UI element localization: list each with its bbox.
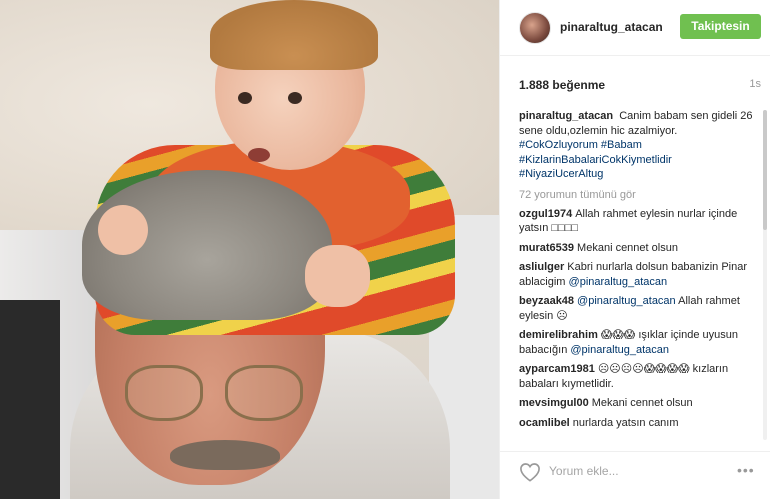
comment-username[interactable]: beyzaak48 (519, 295, 574, 307)
comment-item: asliulger Kabri nurlarla dolsun babanizin… (519, 260, 757, 289)
photo-baby-hand-left (98, 205, 148, 255)
scrollbar-thumb[interactable] (763, 110, 767, 230)
likes-row: 1.888 beğenme 1s (519, 78, 761, 94)
comment-text: Mekani cennet olsun (577, 241, 678, 254)
photo-baby-hair (210, 0, 378, 70)
comment-username[interactable]: demirelibrahim (519, 329, 598, 341)
photo-baby-hand-right (305, 245, 370, 307)
comment-scrollbar[interactable] (763, 110, 767, 440)
more-options-icon[interactable]: ••• (737, 462, 761, 480)
comment-item: mevsimgul00 Mekani cennet olsun (519, 396, 757, 411)
comment-item: ozgul1974 Allah rahmet eylesin nurlar içi… (519, 207, 757, 236)
follow-button[interactable]: Takiptesin (680, 14, 761, 39)
photo-baby-eye-left (238, 92, 252, 104)
post-photo[interactable] (0, 0, 499, 499)
comment-item: murat6539 Mekani cennet olsun (519, 241, 757, 256)
comment-text: Mekani cennet olsun (591, 397, 693, 409)
caption-username[interactable]: pinaraltug_atacan (519, 110, 613, 122)
comment-text: nurlarda yatsın canım (572, 416, 679, 429)
comment-mention[interactable]: @pinaraltug_atacan (570, 344, 669, 356)
caption-hashtags[interactable]: #CokOzluyorum #Babam #KizlarinBabalariCo… (519, 139, 672, 180)
comment-username[interactable]: ocamlibel (519, 417, 570, 429)
post-header: pinaraltug_atacan Takiptesin (500, 0, 770, 56)
likes-count[interactable]: 1.888 beğenme (519, 78, 605, 92)
photo-glasses (125, 365, 305, 427)
comment-item: ocamlibel nurlarda yatsın canım (519, 416, 757, 431)
comment-username[interactable]: ayparcam1981 (519, 363, 595, 375)
comment-username[interactable]: murat6539 (519, 242, 574, 254)
post-time[interactable]: 1s (749, 78, 761, 90)
comment-mention[interactable]: @pinaraltug_atacan (577, 295, 676, 307)
photo-mustache (170, 440, 280, 470)
comment-username[interactable]: ozgul1974 (519, 208, 572, 220)
heart-icon[interactable] (519, 462, 541, 482)
comment-item: beyzaak48 @pinaraltug_atacan Allah rahmet… (519, 294, 757, 323)
comment-item: demirelibrahim 😱😱😱 ışıklar içinde uyusun … (519, 328, 757, 357)
avatar[interactable] (519, 12, 551, 44)
comment-footer: ••• (500, 451, 770, 499)
photo-baby-mouth (248, 148, 270, 162)
view-all-comments-link[interactable]: 72 yorumun tümünü gör (519, 189, 757, 201)
post-sidebar: pinaraltug_atacan Takiptesin 1.888 beğen… (499, 0, 770, 499)
comment-input[interactable] (549, 460, 719, 482)
photo-baby-eye-right (288, 92, 302, 104)
photo-shadow (0, 300, 60, 499)
comment-item: ayparcam1981 ☹☹☹☹😱😱😱😱 kızların babaları k… (519, 362, 757, 391)
caption: pinaraltug_atacan Canim babam sen gideli… (519, 109, 757, 182)
header-username[interactable]: pinaraltug_atacan (560, 20, 663, 34)
comment-list: pinaraltug_atacan Canim babam sen gideli… (519, 109, 757, 442)
comment-mention[interactable]: @pinaraltug_atacan (569, 276, 668, 288)
comment-username[interactable]: asliulger (519, 261, 564, 273)
comment-username[interactable]: mevsimgul00 (519, 397, 589, 409)
